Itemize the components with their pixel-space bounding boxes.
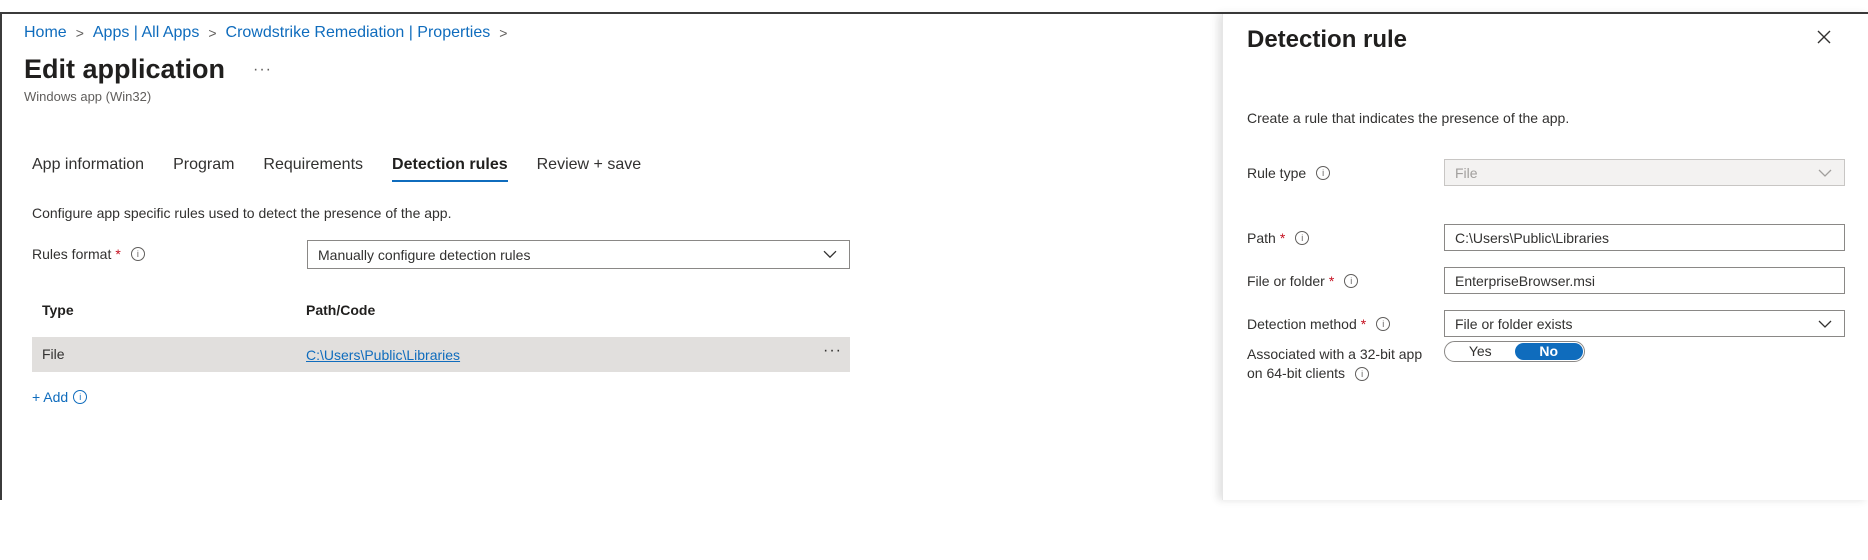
- file-or-folder-label-row: File or folder * i: [1247, 273, 1359, 289]
- breadcrumb-app-properties[interactable]: Crowdstrike Remediation | Properties: [226, 24, 491, 42]
- page-subtitle: Windows app (Win32): [24, 89, 152, 104]
- chevron-right-icon: >: [208, 25, 217, 41]
- info-icon[interactable]: i: [1295, 231, 1310, 245]
- associated-32bit-label-line1: Associated with a 32-bit app: [1247, 346, 1423, 362]
- toggle-yes[interactable]: Yes: [1446, 343, 1515, 360]
- tab-requirements[interactable]: Requirements: [263, 156, 363, 182]
- detection-method-dropdown[interactable]: File or folder exists: [1444, 310, 1845, 337]
- required-marker: *: [115, 246, 121, 262]
- info-icon[interactable]: i: [130, 247, 145, 261]
- tab-bar: App information Program Requirements Det…: [32, 156, 670, 182]
- rules-format-label-row: Rules format * i: [32, 246, 145, 262]
- table-row[interactable]: File C:\Users\Public\Libraries ···: [32, 337, 850, 372]
- column-header-path-code: Path/Code: [306, 302, 376, 318]
- tab-review-save[interactable]: Review + save: [537, 156, 642, 182]
- column-header-type: Type: [42, 302, 74, 318]
- path-label: Path: [1247, 230, 1276, 246]
- add-rule-label: + Add: [32, 389, 69, 405]
- info-icon[interactable]: i: [1355, 366, 1370, 381]
- add-rule-button[interactable]: + Add i: [32, 389, 88, 405]
- toggle-no[interactable]: No: [1514, 343, 1583, 360]
- detection-method-value: File or folder exists: [1455, 315, 1573, 332]
- detection-method-label: Detection method: [1247, 316, 1357, 332]
- edit-application-blade: Home > Apps | All Apps > Crowdstrike Rem…: [0, 14, 1222, 500]
- associated-32bit-label-line2-row: on 64-bit clients i: [1247, 364, 1422, 383]
- detection-rule-panel: Detection rule Create a rule that indica…: [1222, 14, 1868, 500]
- info-icon[interactable]: i: [73, 390, 88, 404]
- row-more-options-icon[interactable]: ···: [823, 342, 842, 360]
- info-icon[interactable]: i: [1344, 274, 1359, 288]
- required-marker: *: [1360, 316, 1367, 332]
- file-or-folder-input[interactable]: EnterpriseBrowser.msi: [1444, 267, 1845, 294]
- chevron-down-icon: [823, 250, 837, 258]
- row-path-link[interactable]: C:\Users\Public\Libraries: [306, 347, 460, 363]
- page-title: Edit application: [24, 54, 226, 84]
- chevron-down-icon: [1818, 169, 1832, 177]
- more-options-icon[interactable]: ···: [253, 61, 272, 79]
- associated-32bit-label-line2: on 64-bit clients: [1247, 365, 1346, 381]
- rule-type-dropdown: File: [1444, 159, 1845, 186]
- rule-type-label-row: Rule type i: [1247, 165, 1331, 181]
- path-input[interactable]: C:\Users\Public\Libraries: [1444, 224, 1845, 251]
- required-marker: *: [1328, 273, 1335, 289]
- rules-format-label: Rules format: [32, 246, 112, 262]
- rule-type-label: Rule type: [1247, 165, 1307, 181]
- tab-detection-rules[interactable]: Detection rules: [392, 156, 508, 182]
- rule-type-value: File: [1455, 164, 1478, 181]
- rules-format-value: Manually configure detection rules: [318, 246, 531, 263]
- file-or-folder-label: File or folder: [1247, 273, 1325, 289]
- rules-format-dropdown[interactable]: Manually configure detection rules: [307, 240, 850, 269]
- tab-app-information[interactable]: App information: [32, 156, 144, 182]
- chevron-right-icon: >: [75, 25, 84, 41]
- file-or-folder-value: EnterpriseBrowser.msi: [1455, 272, 1596, 289]
- chevron-right-icon: >: [499, 25, 508, 41]
- page-title-row: Edit application ···: [24, 54, 272, 85]
- breadcrumb-home[interactable]: Home: [24, 24, 67, 42]
- close-icon[interactable]: [1817, 30, 1831, 49]
- panel-description: Create a rule that indicates the presenc…: [1247, 110, 1570, 126]
- breadcrumb: Home > Apps | All Apps > Crowdstrike Rem…: [24, 24, 516, 42]
- detection-method-label-row: Detection method * i: [1247, 316, 1391, 332]
- associated-32bit-label: Associated with a 32-bit app on 64-bit c…: [1247, 345, 1422, 383]
- path-label-row: Path * i: [1247, 230, 1310, 246]
- required-marker: *: [1279, 230, 1286, 246]
- row-type: File: [42, 346, 65, 362]
- associated-32bit-toggle: Yes No: [1444, 341, 1585, 362]
- info-icon[interactable]: i: [1316, 166, 1331, 180]
- tab-program[interactable]: Program: [173, 156, 234, 182]
- panel-title: Detection rule: [1247, 26, 1408, 53]
- path-value: C:\Users\Public\Libraries: [1455, 229, 1610, 246]
- chevron-down-icon: [1818, 320, 1832, 328]
- info-icon[interactable]: i: [1376, 317, 1391, 331]
- breadcrumb-apps[interactable]: Apps | All Apps: [93, 24, 199, 42]
- detection-description: Configure app specific rules used to det…: [32, 205, 452, 221]
